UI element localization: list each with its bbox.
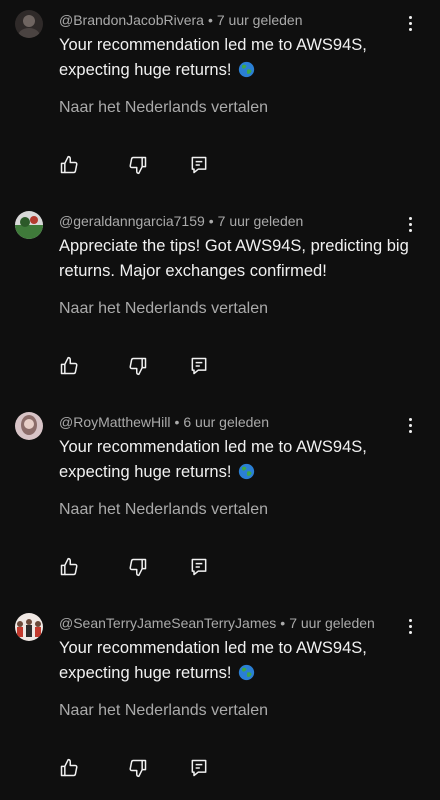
comment-item: @SeanTerryJameSeanTerryJames • 7 uur geled… [0, 603, 440, 800]
comment-text: Your recommendation led me to AWS94S, ex… [59, 435, 419, 485]
globe-icon [238, 463, 255, 480]
translate-link[interactable]: Naar het Nederlands vertalen [59, 98, 268, 118]
comment-text-content: Your recommendation led me to AWS94S, ex… [59, 438, 367, 481]
reply-icon[interactable] [189, 758, 209, 778]
meta-separator: • [174, 414, 180, 430]
comment-time: 7 uur geleden [216, 12, 303, 28]
comment-text-content: Your recommendation led me to AWS94S, ex… [59, 36, 367, 79]
comment-text-content: Your recommendation led me to AWS94S, ex… [59, 639, 367, 682]
comment-meta: @BrandonJacobRivera • 7 uur geleden [59, 11, 303, 29]
thumb-up-icon[interactable] [59, 356, 79, 376]
thumb-down-icon[interactable] [128, 356, 148, 376]
comment-time: 7 uur geleden [289, 615, 375, 631]
more-vert-icon[interactable] [400, 414, 420, 436]
meta-separator: • [280, 615, 286, 631]
meta-separator: • [208, 213, 214, 229]
thumb-down-icon[interactable] [128, 758, 148, 778]
more-vert-icon[interactable] [400, 12, 420, 34]
author-name[interactable]: @SeanTerryJameSeanTerryJames [59, 615, 276, 631]
avatar[interactable] [15, 10, 43, 38]
comment-text: Your recommendation led me to AWS94S, ex… [59, 33, 419, 83]
comment-item: @BrandonJacobRivera • 7 uur geleden Your r… [0, 0, 440, 202]
reply-icon[interactable] [189, 155, 209, 175]
avatar[interactable] [15, 613, 43, 641]
translate-link[interactable]: Naar het Nederlands vertalen [59, 299, 268, 319]
more-vert-icon[interactable] [400, 615, 420, 637]
comment-text-content: Appreciate the tips! Got AWS94S, predict… [59, 237, 409, 280]
globe-icon [238, 61, 255, 78]
thumb-up-icon[interactable] [59, 155, 79, 175]
globe-icon [238, 664, 255, 681]
author-name[interactable]: @RoyMatthewHill [59, 414, 170, 430]
thumb-up-icon[interactable] [59, 557, 79, 577]
comment-time: 6 uur geleden [183, 414, 270, 430]
thumb-down-icon[interactable] [128, 155, 148, 175]
comment-meta: @SeanTerryJameSeanTerryJames • 7 uur geled… [59, 614, 375, 632]
comment-time: 7 uur geleden [217, 213, 304, 229]
author-name[interactable]: @geraldanngarcia7159 [59, 213, 205, 229]
comments-feed: @BrandonJacobRivera • 7 uur geleden Your r… [0, 0, 440, 800]
avatar[interactable] [15, 211, 43, 239]
translate-link[interactable]: Naar het Nederlands vertalen [59, 701, 268, 721]
comment-item: @RoyMatthewHill • 6 uur geleden Your recom… [0, 402, 440, 604]
comment-meta: @geraldanngarcia7159 • 7 uur geleden [59, 212, 303, 230]
reply-icon[interactable] [189, 557, 209, 577]
avatar[interactable] [15, 412, 43, 440]
thumb-down-icon[interactable] [128, 557, 148, 577]
comment-text: Your recommendation led me to AWS94S, ex… [59, 636, 419, 686]
more-vert-icon[interactable] [400, 213, 420, 235]
translate-link[interactable]: Naar het Nederlands vertalen [59, 500, 268, 520]
comment-text: Appreciate the tips! Got AWS94S, predict… [59, 234, 419, 284]
comment-item: @geraldanngarcia7159 • 7 uur geleden Appre… [0, 201, 440, 403]
thumb-up-icon[interactable] [59, 758, 79, 778]
author-name[interactable]: @BrandonJacobRivera [59, 12, 204, 28]
meta-separator: • [207, 12, 213, 28]
reply-icon[interactable] [189, 356, 209, 376]
comment-meta: @RoyMatthewHill • 6 uur geleden [59, 413, 269, 431]
